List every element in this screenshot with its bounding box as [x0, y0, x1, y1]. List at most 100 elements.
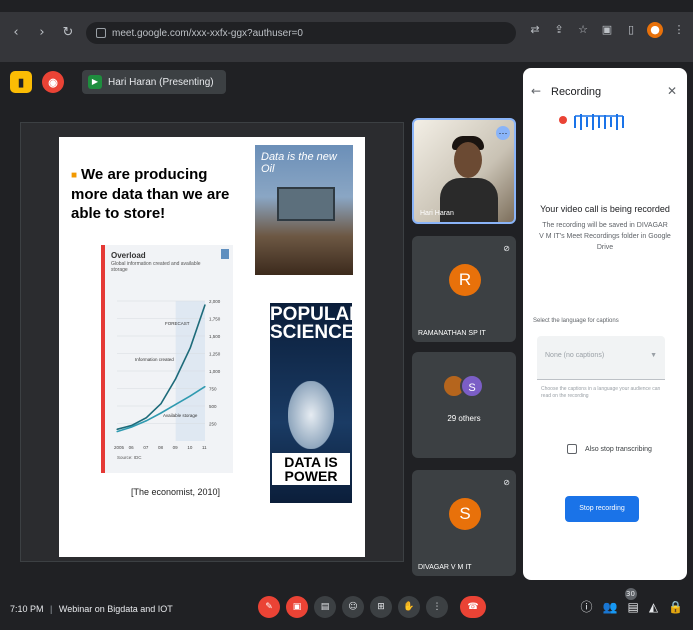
avatar: R [449, 264, 481, 296]
tab-strip [0, 0, 693, 12]
back-arrow-icon[interactable]: ← [531, 84, 541, 98]
sidepanel-icon[interactable]: ▯ [623, 22, 639, 38]
call-controls: ✎ ▣ ▤ ☺ ⊞ ✋ ⋮ ☎ [258, 596, 486, 618]
series-point [116, 428, 118, 430]
y-tick-label: 750 [209, 387, 217, 392]
people-icon[interactable]: 👥 30 [603, 587, 637, 614]
slides-icon[interactable]: ▮ [10, 71, 32, 93]
chevron-down-icon: ▼ [650, 352, 657, 359]
chart-subtitle: Global information created and available… [111, 261, 201, 273]
raise-hand-button[interactable]: ✋ [398, 596, 420, 618]
menu-icon[interactable]: ⋮ [671, 22, 687, 38]
host-controls-icon[interactable]: 🔒 [668, 600, 683, 614]
series-point [116, 431, 118, 433]
participant-tile[interactable]: ⊘ S DIVAGAR V M IT [412, 470, 516, 576]
language-label: Select the language for captions [533, 318, 619, 324]
more-options-button[interactable]: ⋮ [426, 596, 448, 618]
share-icon[interactable]: ⇪ [551, 22, 567, 38]
series-point [131, 424, 133, 427]
emoji-button[interactable]: ☺ [342, 596, 364, 618]
oil-rig-image [277, 187, 335, 221]
caption-help-text: Choose the captions in a language your a… [541, 386, 661, 399]
y-tick-label: 1,500 [209, 334, 221, 339]
series-point [175, 378, 177, 380]
others-count: 29 others [447, 414, 481, 423]
meet-main: ▮ ◉ ▶ Hari Haran (Presenting) ■ We are pr… [0, 62, 693, 630]
person-face [454, 142, 482, 178]
y-tick-label: 1,000 [209, 369, 221, 374]
slide-bullet-text: We are producing more data than we are a… [71, 166, 230, 222]
star-icon[interactable]: ☆ [575, 22, 591, 38]
mic-off-icon: ⊘ [503, 478, 510, 487]
recording-title: Your video call is being recorded [540, 204, 670, 214]
meet-logo-icon: ▶ [88, 75, 102, 89]
series-point [131, 426, 133, 428]
camera-off-button[interactable]: ▣ [286, 596, 308, 618]
recording-waveform-icon [559, 114, 624, 130]
chart-svg: 250 500 750 1,000 1,250 1,500 1,750 2,000 2005 06… [114, 299, 221, 460]
checkbox-label: Also stop transcribing [585, 445, 652, 453]
address-bar[interactable]: meet.google.com/xxx-xxfx-ggx?authuser=0 [86, 22, 516, 44]
series-point [204, 385, 206, 388]
bullet-icon: ■ [71, 169, 78, 181]
separator: | [50, 604, 53, 614]
recording-panel: ← Recording ✕ Your video call is being r… [523, 68, 687, 580]
mic-off-button[interactable]: ✎ [258, 596, 280, 618]
url-text: meet.google.com/xxx-xxfx-ggx?authuser=0 [112, 27, 303, 39]
economist-icon [221, 249, 229, 259]
participant-count-badge: 30 [624, 587, 637, 600]
panel-header: Recording [551, 86, 602, 98]
translate-icon[interactable]: ⇄ [527, 22, 543, 38]
back-icon[interactable]: ‹ [6, 23, 26, 43]
captions-button[interactable]: ▤ [314, 596, 336, 618]
series-point [145, 420, 147, 422]
caption-language-select[interactable]: None (no captions) ▼ [537, 336, 665, 380]
close-icon[interactable]: ✕ [667, 84, 677, 98]
x-tick-label: 08 [158, 445, 164, 450]
top-strip: ▮ ◉ ▶ Hari Haran (Presenting) [10, 70, 226, 94]
chat-icon[interactable]: ▤ [627, 600, 638, 614]
leave-call-button[interactable]: ☎ [460, 596, 486, 618]
series-point [189, 395, 191, 397]
url-row: ‹ › ↻ meet.google.com/xxx-xxfx-ggx?authu… [0, 18, 693, 48]
avatar: S [460, 374, 484, 398]
side-controls: ⓘ 👥 30 ▤ ◭ 🔒 [581, 587, 683, 615]
chart-title: Overload [111, 251, 146, 260]
browser-toolbar: ‹ › ↻ meet.google.com/xxx-xxfx-ggx?authu… [0, 0, 693, 62]
tile-name: DIVAGAR V M IT [418, 564, 472, 571]
lock-icon[interactable] [96, 28, 106, 38]
x-tick-label: 06 [129, 445, 135, 450]
series-point [160, 403, 162, 405]
checkbox-box[interactable] [567, 444, 577, 454]
info-icon[interactable]: ⓘ [581, 598, 593, 615]
series-point [189, 347, 191, 349]
profile-icon[interactable]: ● [647, 22, 663, 38]
extensions-icon[interactable]: ▣ [599, 22, 615, 38]
more-options-icon[interactable]: ⋯ [496, 126, 510, 140]
person-body [440, 178, 498, 222]
y-tick-label: 2,000 [209, 299, 221, 304]
recording-icon[interactable]: ◉ [42, 71, 64, 93]
y-tick-label: 1,250 [209, 352, 221, 357]
x-tick-label: 2005 [114, 445, 125, 450]
slide-caption: [The economist, 2010] [131, 487, 221, 497]
meeting-title: Webinar on Bigdata and IOT [58, 604, 173, 614]
clock-time: 7:10 PM [10, 604, 44, 614]
participant-tile-others[interactable]: S 29 others [412, 352, 516, 458]
slide-bullet: ■ We are producing more data than we are … [71, 165, 241, 223]
browser-actions: ⇄ ⇪ ☆ ▣ ▯ ● ⋮ [527, 22, 687, 38]
chart-annotation: FORECAST [165, 321, 190, 326]
forward-icon[interactable]: › [32, 23, 52, 43]
participant-tile-self[interactable]: ⋯ Hari Haran [412, 118, 516, 224]
magazine-cover-economist: Data is the new Oil [255, 145, 353, 275]
mic-off-icon: ⊘ [503, 244, 510, 253]
stop-transcribing-checkbox[interactable]: Also stop transcribing [567, 444, 652, 454]
participant-tile[interactable]: ⊘ R RAMANATHAN SP IT [412, 236, 516, 342]
present-button[interactable]: ⊞ [370, 596, 392, 618]
series-point [175, 403, 177, 406]
stop-recording-button[interactable]: Stop recording [565, 496, 639, 522]
activities-icon[interactable]: ◭ [649, 600, 658, 614]
presenting-pill[interactable]: ▶ Hari Haran (Presenting) [82, 70, 226, 94]
chart-annotation: Information created [135, 357, 174, 362]
reload-icon[interactable]: ↻ [58, 23, 78, 43]
